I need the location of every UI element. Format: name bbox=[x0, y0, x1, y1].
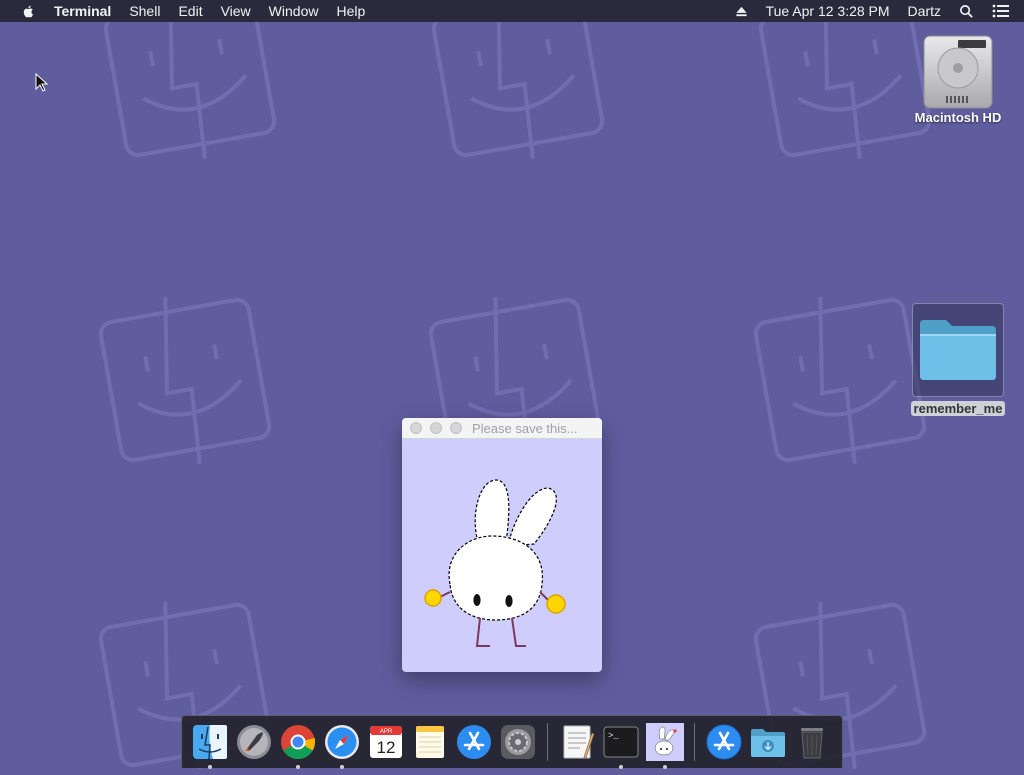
dock-finder[interactable] bbox=[191, 723, 229, 769]
terminal-prompt-text: >_ bbox=[608, 731, 619, 741]
desktop-icon-remember-me-folder[interactable]: remember_me bbox=[908, 303, 1008, 418]
spotlight-search-icon[interactable] bbox=[959, 4, 974, 19]
menu-help[interactable]: Help bbox=[336, 0, 365, 22]
zoom-button[interactable] bbox=[450, 422, 462, 434]
running-indicator bbox=[208, 765, 212, 769]
finder-icon bbox=[193, 725, 227, 760]
trash-icon bbox=[801, 728, 823, 759]
notes-icon bbox=[416, 726, 444, 758]
menu-clock[interactable]: Tue Apr 12 3:28 PM bbox=[766, 3, 890, 19]
wallpaper-finder-logo bbox=[428, 0, 608, 160]
wallpaper-finder-logo bbox=[750, 295, 930, 465]
dock-calendar[interactable]: APR 12 bbox=[367, 723, 405, 761]
dock: APR 12 >_ bbox=[181, 715, 843, 769]
macintosh-hd-label: Macintosh HD bbox=[914, 110, 1002, 125]
dock-safari[interactable] bbox=[323, 723, 361, 769]
dock-chrome[interactable] bbox=[279, 723, 317, 769]
bunny-app-icon bbox=[654, 726, 677, 756]
menu-bar: Terminal Shell Edit View Window Help Tue… bbox=[0, 0, 1024, 22]
dock-separator bbox=[547, 723, 548, 761]
app-store-icon bbox=[457, 725, 491, 759]
downloads-folder-icon bbox=[751, 729, 785, 757]
menu-app-name[interactable]: Terminal bbox=[54, 0, 111, 22]
minimize-button[interactable] bbox=[430, 422, 442, 434]
dock-applications-folder[interactable] bbox=[705, 723, 743, 761]
running-indicator bbox=[340, 765, 344, 769]
terminal-icon: >_ bbox=[603, 726, 639, 758]
close-button[interactable] bbox=[410, 422, 422, 434]
dock-notes[interactable] bbox=[411, 723, 449, 761]
calendar-month: APR bbox=[380, 729, 393, 735]
window-titlebar[interactable]: Please save this... bbox=[402, 418, 602, 439]
dock-terminal[interactable]: >_ bbox=[602, 723, 640, 769]
gear-icon bbox=[501, 725, 535, 759]
remember-me-label: remember_me bbox=[910, 401, 1006, 416]
hard-drive-icon bbox=[920, 30, 996, 110]
running-indicator bbox=[663, 765, 667, 769]
calendar-icon: APR 12 bbox=[370, 726, 402, 758]
dock-textedit[interactable] bbox=[558, 723, 596, 761]
dock-please-save-app[interactable] bbox=[646, 723, 684, 769]
wallpaper-finder-logo bbox=[100, 0, 280, 160]
eject-icon[interactable] bbox=[735, 5, 748, 18]
mouse-pointer-icon bbox=[35, 72, 49, 93]
apple-menu-icon[interactable] bbox=[20, 3, 36, 19]
running-indicator bbox=[296, 765, 300, 769]
menu-window[interactable]: Window bbox=[269, 0, 319, 22]
please-save-window: Please save this... bbox=[402, 418, 602, 672]
notification-center-icon[interactable] bbox=[992, 4, 1010, 18]
menu-view[interactable]: View bbox=[221, 0, 251, 22]
textedit-icon bbox=[563, 725, 595, 759]
running-indicator bbox=[619, 765, 623, 769]
menu-shell[interactable]: Shell bbox=[129, 0, 160, 22]
dock-app-store[interactable] bbox=[455, 723, 493, 761]
calendar-day: 12 bbox=[377, 738, 396, 757]
window-title: Please save this... bbox=[472, 420, 578, 436]
dock-launchpad[interactable] bbox=[235, 723, 273, 761]
applications-icon bbox=[706, 724, 742, 760]
folder-icon bbox=[912, 303, 1004, 397]
dock-trash[interactable] bbox=[793, 723, 831, 761]
bunny-image bbox=[420, 474, 570, 654]
desktop-icon-macintosh-hd[interactable]: Macintosh HD bbox=[908, 30, 1008, 125]
menu-user[interactable]: Dartz bbox=[908, 3, 941, 19]
dock-separator bbox=[694, 723, 695, 761]
compass-icon bbox=[325, 725, 359, 759]
wallpaper-finder-logo bbox=[95, 295, 275, 465]
dock-downloads-folder[interactable] bbox=[749, 723, 787, 761]
rocket-icon bbox=[237, 725, 271, 759]
dock-system-preferences[interactable] bbox=[499, 723, 537, 761]
chrome-icon bbox=[281, 725, 315, 759]
menu-edit[interactable]: Edit bbox=[178, 0, 202, 22]
